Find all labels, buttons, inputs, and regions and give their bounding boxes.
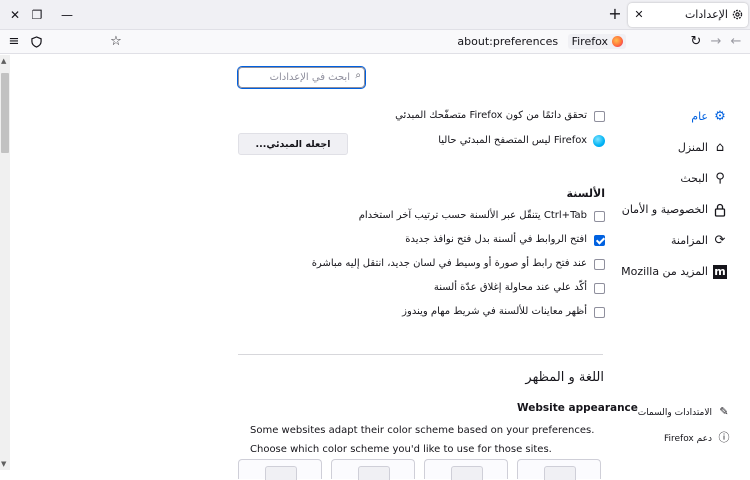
sidebar-item-label: عام <box>691 110 708 123</box>
arrow-right-icon[interactable]: → <box>706 32 726 52</box>
default-browser-check-label: تحقق دائمًا من كون Firefox متصفّحك المبد… <box>395 110 587 121</box>
sidebar-item-label: البحث <box>680 172 708 185</box>
taskbar-previews-checkbox[interactable] <box>594 307 605 318</box>
sidebar-item-label: المزيد من Mozilla <box>621 265 708 278</box>
sidebar-item-home[interactable]: ⌂ المنزل <box>635 134 750 165</box>
theme-preview <box>358 466 390 480</box>
theme-option-card[interactable] <box>424 459 508 480</box>
arrow-left-icon[interactable]: ← <box>726 32 746 52</box>
reload-icon[interactable]: ↻ <box>686 32 706 52</box>
tabs-heading: الألسنة <box>566 187 605 200</box>
tab-settings[interactable]: ✕ الإعدادات <box>628 3 748 27</box>
website-appearance-description: Some websites adapt their color scheme b… <box>250 425 595 455</box>
sidebar-item-privacy[interactable]: الخصوصية و الأمان <box>622 196 750 227</box>
sidebar-support-link[interactable]: ⓘدعم Firefox <box>664 429 730 445</box>
sidebar-item-sync[interactable]: ⟳ المزامنة <box>635 227 750 258</box>
tab-option-label: افتح الروابط في ألسنة بدل فتح نوافذ جديد… <box>405 234 587 245</box>
search-icon: ⌕ <box>355 70 361 81</box>
make-default-button[interactable]: اجعله المبدئي... <box>238 133 348 155</box>
url-bar[interactable]: about:preferences Firefox <box>108 32 628 52</box>
theme-option-card[interactable] <box>517 459 601 480</box>
lock-icon <box>712 202 728 218</box>
globe-icon <box>593 135 605 147</box>
theme-option-card[interactable] <box>238 459 322 480</box>
switch-to-new-tab-checkbox[interactable] <box>594 259 605 270</box>
sidebar-item-mozilla[interactable]: m المزيد من Mozilla <box>621 258 750 289</box>
tab-option-label: عند فتح رابط أو صورة أو وسيط في لسان جدي… <box>311 258 587 269</box>
nav-toolbar: ≡ ☆ about:preferences Firefox ↻ → ← <box>0 30 750 54</box>
default-status-text: Firefox ليس المتصفح المبدئي حاليا <box>438 135 587 146</box>
preferences-content: ⌕ ⚙ عام ⌂ المنزل ⚲ البحث الخصوصية و الأم… <box>0 55 750 480</box>
shield-icon[interactable] <box>26 32 46 52</box>
tab-title: الإعدادات <box>684 8 728 21</box>
sidebar-extensions-link[interactable]: ✎الامتدادات والسمات <box>638 405 730 418</box>
theme-option-card[interactable] <box>331 459 415 480</box>
search-icon: ⚲ <box>715 171 725 186</box>
tab-option-label: Ctrl+Tab يتنقّل عبر الألسنة حسب ترتيب آخ… <box>358 210 587 221</box>
firefox-logo-icon <box>612 36 623 47</box>
url-text: about:preferences <box>457 35 559 48</box>
identity-box[interactable]: Firefox <box>567 34 626 49</box>
sidebar-item-label: المنزل <box>677 141 708 154</box>
search-input[interactable] <box>244 70 350 85</box>
close-window-button[interactable]: ✕ <box>6 6 24 24</box>
brand-label: Firefox <box>571 35 608 48</box>
tab-strip: ✕ ❐ — + ✕ الإعدادات <box>0 0 750 30</box>
default-browser-checkbox[interactable] <box>594 111 605 122</box>
tab-option-label: أظهر معاينات للألسنة في شريط مهام ويندوز <box>402 306 587 317</box>
theme-preview <box>544 466 576 480</box>
sync-icon: ⟳ <box>714 233 726 248</box>
category-nav: ⚙ عام ⌂ المنزل ⚲ البحث الخصوصية و الأمان… <box>621 103 750 289</box>
tab-close-icon[interactable]: ✕ <box>632 6 646 24</box>
sidebar-item-label: الخصوصية و الأمان <box>621 203 708 216</box>
website-appearance-heading: Website appearance <box>517 402 638 414</box>
theme-preview <box>451 466 483 480</box>
tab-option-label: أكّد علي عند محاولة إغلاق عدّة ألسنة <box>433 282 587 293</box>
open-links-in-tabs-checkbox[interactable] <box>594 235 605 246</box>
gear-icon <box>732 9 743 20</box>
ctrl-tab-checkbox[interactable] <box>594 211 605 222</box>
search-field[interactable]: ⌕ <box>238 67 365 88</box>
sidebar-item-search[interactable]: ⚲ البحث <box>635 165 750 196</box>
section-divider <box>238 354 603 355</box>
warn-close-tabs-checkbox[interactable] <box>594 283 605 294</box>
theme-preview <box>265 466 297 480</box>
sidebar-item-general[interactable]: ⚙ عام <box>635 103 750 134</box>
home-icon: ⌂ <box>715 140 725 155</box>
help-icon: ⓘ <box>718 431 730 444</box>
hamburger-menu-icon[interactable]: ≡ <box>4 32 24 52</box>
new-tab-button[interactable]: + <box>606 5 624 23</box>
puzzle-icon: ✎ <box>719 405 729 418</box>
language-appearance-heading: اللغة و المظهر <box>525 370 604 385</box>
gear-icon: ⚙ <box>714 109 726 124</box>
restore-window-button[interactable]: ❐ <box>28 6 46 24</box>
mozilla-icon: m <box>713 265 727 279</box>
minimize-window-button[interactable]: — <box>58 6 76 24</box>
sidebar-item-label: المزامنة <box>670 234 708 247</box>
